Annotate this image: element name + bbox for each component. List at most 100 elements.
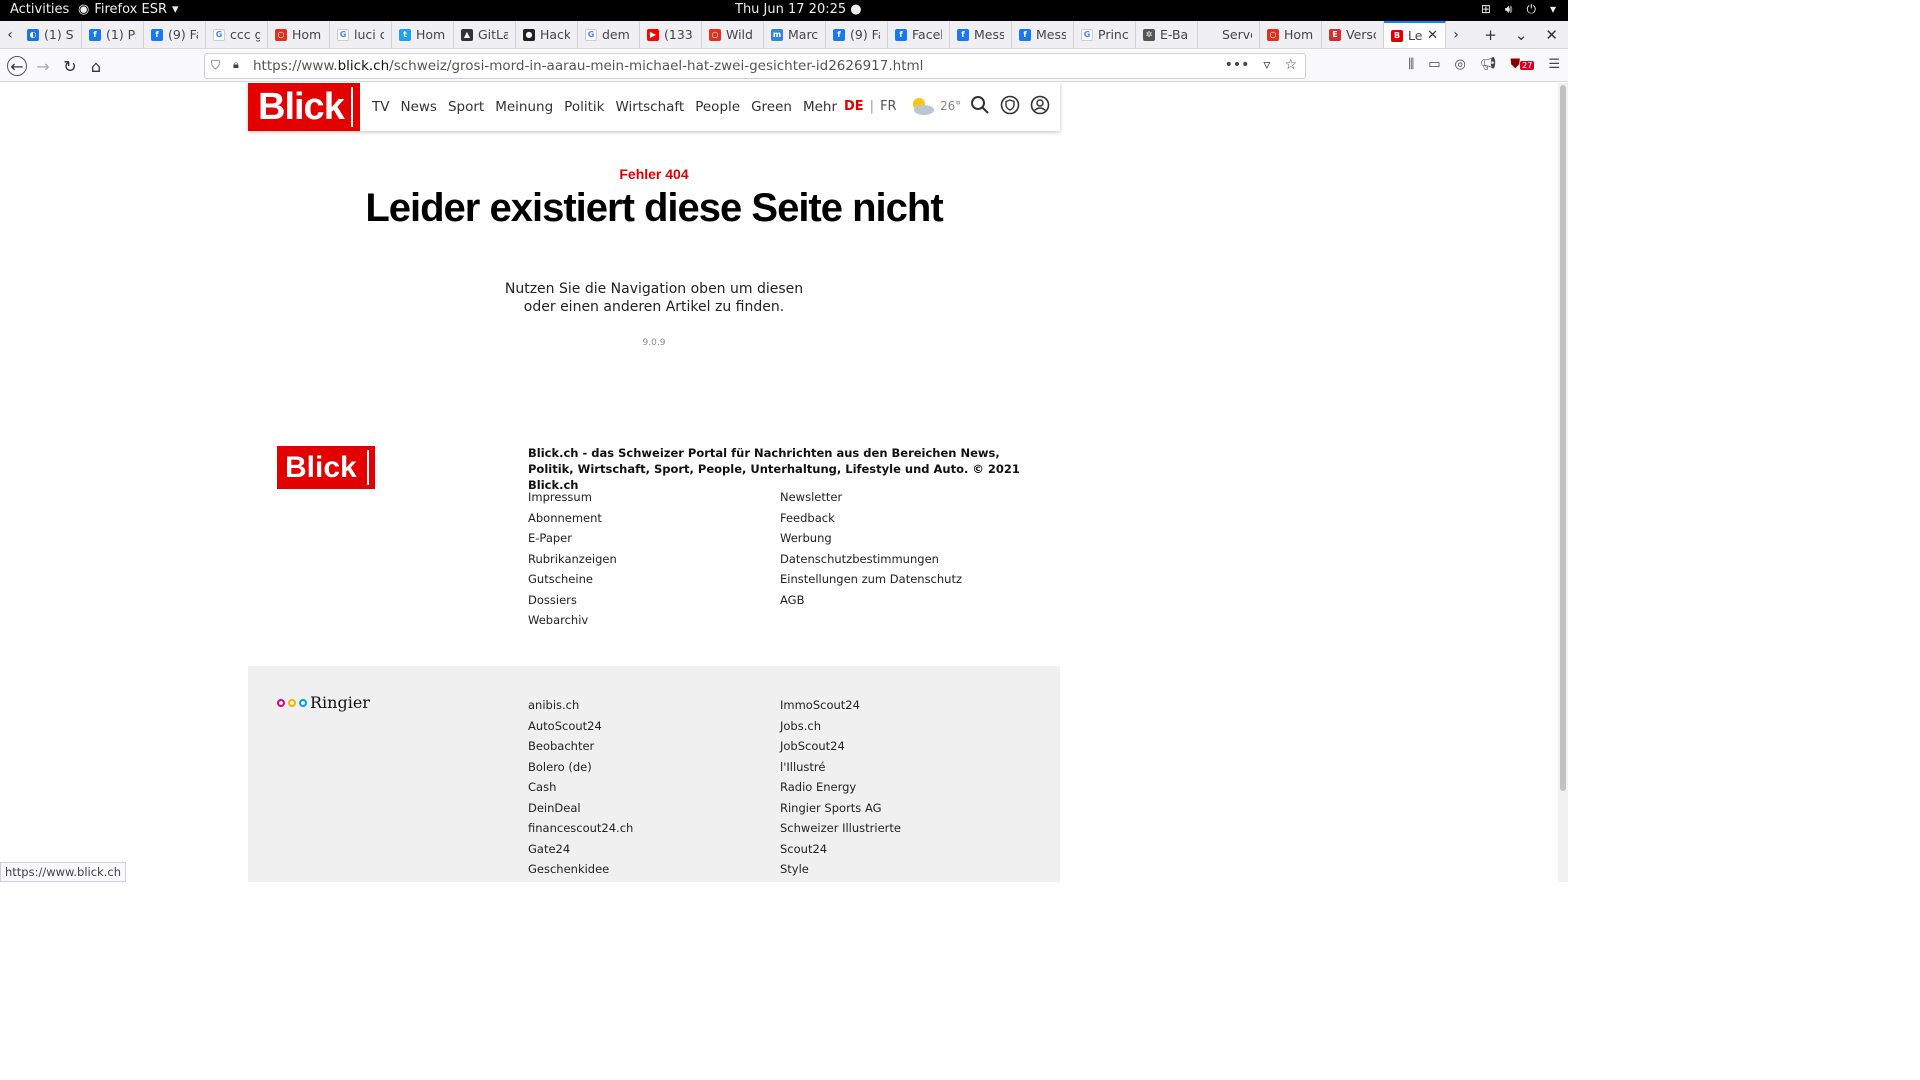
tab[interactable]: f Faceb [888, 21, 950, 48]
ringier-link[interactable]: JobScout24 [780, 736, 901, 757]
tab[interactable]: f Mess [1012, 21, 1074, 48]
user-account-icon[interactable] [1030, 95, 1050, 115]
tab[interactable]: ○ Wild [702, 21, 764, 48]
tab[interactable]: ○ Hom [1260, 21, 1322, 48]
weather-widget[interactable]: 26° [908, 95, 961, 117]
list-all-tabs-button[interactable]: ⌄ [1515, 26, 1528, 44]
footer-link[interactable]: E-Paper [528, 528, 617, 549]
nav-item-meinung[interactable]: Meinung [495, 99, 553, 115]
ringier-link[interactable]: ImmoScout24 [780, 695, 901, 716]
ringier-link[interactable]: Jobs.ch [780, 716, 901, 737]
ringier-link[interactable]: Cash [528, 777, 633, 798]
library-icon[interactable]: ⫼ [1408, 57, 1414, 72]
footer-link[interactable]: Feedback [780, 508, 962, 529]
bookmark-star-icon[interactable]: ☆ [1284, 57, 1297, 73]
tab[interactable]: ▲ GitLa [454, 21, 516, 48]
ringier-link[interactable]: Schweizer Illustrierte [780, 818, 901, 839]
close-tab-icon[interactable]: ✕ [1427, 28, 1438, 43]
tab[interactable]: m Marc [764, 21, 826, 48]
menu-icon[interactable]: ☰ [1548, 57, 1560, 72]
reload-button[interactable]: ↻ [60, 56, 80, 76]
footer-link[interactable]: Einstellungen zum Datenschutz [780, 569, 962, 590]
ringier-link[interactable]: anibis.ch [528, 695, 633, 716]
ringier-link[interactable]: AutoScout24 [528, 716, 633, 737]
nav-item-wirtschaft[interactable]: Wirtschaft [615, 99, 684, 115]
url-bar[interactable]: ⛉ 🔒︎ https://www.blick.ch/schweiz/grosi-… [204, 53, 1306, 79]
app-menu[interactable]: ◉ Firefox ESR ▾ [78, 2, 179, 17]
page-actions-icon[interactable]: ••• [1225, 57, 1250, 73]
footer-link[interactable]: Rubrikanzeigen [528, 549, 617, 570]
tab[interactable]: Gdem [578, 21, 640, 48]
nav-item-sport[interactable]: Sport [448, 99, 484, 115]
url-text[interactable]: https://www.blick.ch/schweiz/grosi-mord-… [253, 58, 923, 74]
ublock-icon[interactable]: ⛊ 27 [1510, 57, 1535, 72]
ringier-link[interactable]: Gate24 [528, 839, 633, 860]
page-scrollbar-thumb[interactable] [1560, 85, 1566, 791]
tab[interactable]: G Princ [1074, 21, 1136, 48]
close-window-button[interactable]: ✕ [1545, 26, 1558, 44]
ringier-link[interactable]: l'Illustré [780, 757, 901, 778]
tab[interactable]: E Versc [1322, 21, 1384, 48]
tab[interactable]: f Mess [950, 21, 1012, 48]
footer-link[interactable]: Datenschutzbestimmungen [780, 549, 962, 570]
ringier-link[interactable]: Geschenkidee [528, 859, 633, 880]
tracking-shield-icon[interactable]: ⛉ [211, 58, 220, 73]
tab[interactable]: f (9) Fa [144, 21, 206, 48]
footer-link[interactable]: Werbung [780, 528, 962, 549]
footer-link[interactable]: Dossiers [528, 590, 617, 611]
footer-link[interactable]: Webarchiv [528, 610, 617, 631]
footer-link[interactable]: Newsletter [780, 487, 962, 508]
tab[interactable]: ▶ (133 [640, 21, 702, 48]
nav-item-news[interactable]: News [400, 99, 436, 115]
tab[interactable]: Gccc g [206, 21, 268, 48]
blick-logo[interactable]: Blick [248, 83, 360, 131]
tab[interactable]: Gluci c [330, 21, 392, 48]
activities-button[interactable]: Activities [10, 2, 69, 17]
clock[interactable]: Thu Jun 17 20:25 ● [735, 2, 862, 17]
pocket-icon[interactable]: ▿ [1263, 57, 1270, 73]
ringier-link[interactable]: Radio Energy [780, 777, 901, 798]
footer-link[interactable]: Abonnement [528, 508, 617, 529]
tab[interactable]: ● Hack [516, 21, 578, 48]
home-button[interactable]: ⌂ [86, 56, 106, 76]
tab-active[interactable]: B Le ✕ [1384, 21, 1446, 48]
megaphone-icon[interactable]: 📢︎ [1480, 57, 1497, 72]
nav-item-people[interactable]: People [695, 99, 740, 115]
scroll-tabs-right-button[interactable]: › [1446, 21, 1466, 48]
ringier-link[interactable]: Style [780, 859, 901, 880]
nav-item-mehr[interactable]: Mehr [803, 99, 837, 115]
footer-link[interactable]: Gutscheine [528, 569, 617, 590]
new-tab-button[interactable]: + [1484, 26, 1497, 44]
tab[interactable]: Server N [1198, 21, 1260, 48]
ringier-link[interactable]: Beobachter [528, 736, 633, 757]
lang-fr[interactable]: FR [880, 99, 897, 114]
back-button[interactable]: ← [7, 56, 27, 76]
ringier-link[interactable]: financescout24.ch [528, 818, 633, 839]
nav-item-green[interactable]: Green [751, 99, 792, 115]
ringier-logo[interactable]: Ringier [277, 693, 370, 712]
tab[interactable]: f (1) Ps [82, 21, 144, 48]
nav-item-politik[interactable]: Politik [564, 99, 604, 115]
account-icon[interactable]: ◎ [1455, 57, 1466, 72]
tab[interactable]: ○ Hom [268, 21, 330, 48]
footer-blick-logo[interactable]: Blick [277, 446, 375, 489]
forward-button[interactable]: → [33, 56, 53, 76]
lang-de[interactable]: DE [844, 99, 864, 114]
ringier-link[interactable]: Ringier Sports AG [780, 798, 901, 819]
footer-link[interactable]: Impressum [528, 487, 617, 508]
ringier-link[interactable]: DeinDeal [528, 798, 633, 819]
page-scrollbar[interactable] [1558, 83, 1568, 882]
tab[interactable]: ✲ E-Ba [1136, 21, 1198, 48]
tab[interactable]: t Hom [392, 21, 454, 48]
tab[interactable]: f (9) Fa [826, 21, 888, 48]
footer-link[interactable]: AGB [780, 590, 962, 611]
blick-plus-shield-icon[interactable] [1000, 95, 1020, 115]
lock-icon[interactable]: 🔒︎ [233, 58, 239, 72]
ringier-link[interactable]: Bolero (de) [528, 757, 633, 778]
search-icon[interactable] [970, 95, 990, 115]
ringier-link[interactable]: Scout24 [780, 839, 901, 860]
system-tray[interactable]: ⊞ 🔊︎ ⏻ ▾ [1481, 2, 1556, 17]
nav-item-tv[interactable]: TV [372, 99, 389, 115]
scroll-tabs-left-button[interactable]: ‹ [0, 21, 20, 48]
sidebar-icon[interactable]: ▭ [1428, 57, 1440, 72]
